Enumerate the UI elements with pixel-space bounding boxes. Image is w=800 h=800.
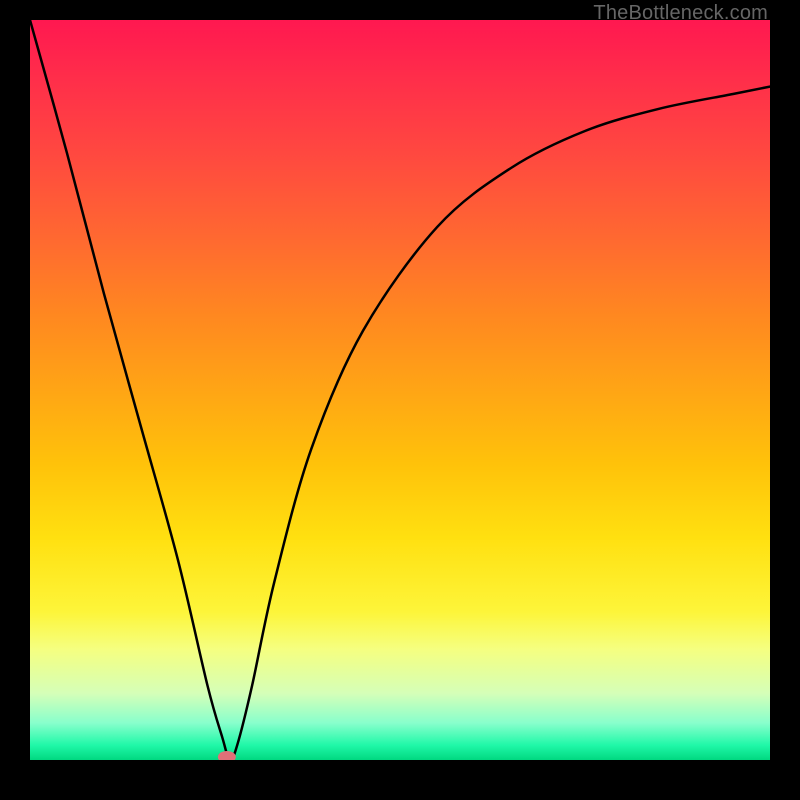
watermark-text: TheBottleneck.com <box>593 2 768 25</box>
chart-plot-area <box>30 20 770 760</box>
